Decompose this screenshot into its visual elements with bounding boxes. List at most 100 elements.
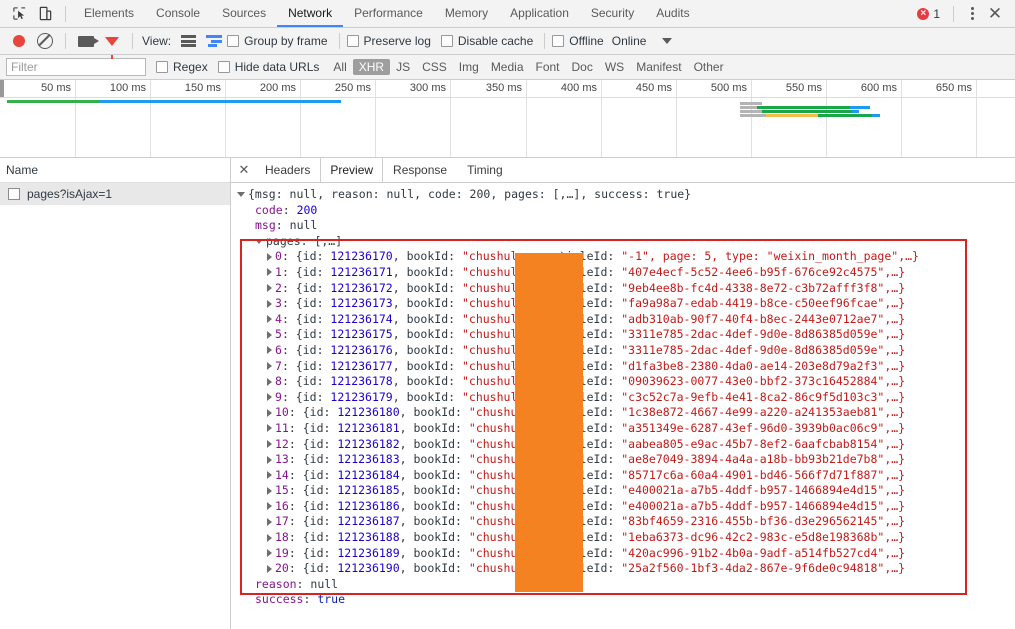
detail-close-icon[interactable]: ✕ bbox=[233, 158, 255, 182]
requests-column-header[interactable]: Name bbox=[0, 158, 230, 183]
json-prop-pages[interactable]: pages: [,…] bbox=[237, 234, 1015, 250]
detail-tab-timing[interactable]: Timing bbox=[457, 158, 513, 182]
funnel-icon[interactable] bbox=[99, 28, 125, 59]
json-array-item[interactable]: 14: {id: 121236184, bookId: "chushula, a… bbox=[237, 468, 1015, 484]
disclosure-triangle-icon[interactable] bbox=[267, 533, 272, 542]
detail-tab-response[interactable]: Response bbox=[383, 158, 457, 182]
network-overview-timeline[interactable]: 50 ms 100 ms 150 ms 200 ms 250 ms 300 ms 350 m… bbox=[0, 80, 1015, 158]
filter-input[interactable] bbox=[6, 58, 146, 76]
inspect-cursor-icon[interactable] bbox=[6, 1, 32, 27]
hide-data-urls-checkbox[interactable]: Hide data URLs bbox=[217, 60, 319, 74]
disclosure-triangle-icon[interactable] bbox=[237, 192, 245, 197]
json-prop-msg[interactable]: msg: null bbox=[237, 218, 1015, 234]
disclosure-triangle-icon[interactable] bbox=[255, 238, 263, 244]
throttling-select[interactable]: Online bbox=[612, 34, 673, 48]
disclosure-triangle-icon[interactable] bbox=[267, 330, 272, 339]
request-row-pages[interactable]: pages?isAjax=1 bbox=[0, 183, 230, 205]
json-array-item[interactable]: 4: {id: 121236174, bookId: "chushula-, a… bbox=[237, 312, 1015, 328]
camera-icon[interactable] bbox=[73, 28, 99, 54]
error-count-badge[interactable]: × 1 bbox=[917, 7, 940, 21]
offline-checkbox[interactable]: Offline bbox=[552, 34, 604, 48]
json-array-item[interactable]: 1: {id: 121236171, bookId: "chushula-, a… bbox=[237, 265, 1015, 281]
json-array-item[interactable]: 9: {id: 121236179, bookId: "chushula-, a… bbox=[237, 390, 1015, 406]
tab-memory[interactable]: Memory bbox=[434, 0, 499, 27]
disclosure-triangle-icon[interactable] bbox=[267, 362, 272, 371]
json-prop-code[interactable]: code: 200 bbox=[237, 203, 1015, 219]
filter-chip-manifest[interactable]: Manifest bbox=[630, 59, 687, 75]
overview-left-handle[interactable] bbox=[0, 80, 4, 97]
json-array-item[interactable]: 8: {id: 121236178, bookId: "chushula-, a… bbox=[237, 374, 1015, 390]
chevron-down-icon[interactable] bbox=[662, 38, 673, 44]
tab-audits[interactable]: Audits bbox=[645, 0, 700, 27]
record-button-icon[interactable] bbox=[6, 28, 32, 54]
regex-box[interactable] bbox=[156, 61, 168, 73]
filter-chip-font[interactable]: Font bbox=[530, 59, 566, 75]
json-array-item[interactable]: 17: {id: 121236187, bookId: "chushula, a… bbox=[237, 514, 1015, 530]
disclosure-triangle-icon[interactable] bbox=[267, 502, 272, 511]
json-array-item[interactable]: 19: {id: 121236189, bookId: "chushula, a… bbox=[237, 546, 1015, 562]
filter-chip-css[interactable]: CSS bbox=[416, 59, 453, 75]
disclosure-triangle-icon[interactable] bbox=[267, 284, 272, 293]
json-array-item[interactable]: 16: {id: 121236186, bookId: "chushula, a… bbox=[237, 499, 1015, 515]
detail-tab-preview[interactable]: Preview bbox=[320, 158, 384, 182]
filter-chip-doc[interactable]: Doc bbox=[566, 59, 599, 75]
detail-tab-headers[interactable]: Headers bbox=[255, 158, 320, 182]
tab-application[interactable]: Application bbox=[499, 0, 580, 27]
disclosure-triangle-icon[interactable] bbox=[267, 393, 272, 402]
disclosure-triangle-icon[interactable] bbox=[267, 564, 272, 573]
disclosure-triangle-icon[interactable] bbox=[267, 377, 272, 386]
tab-console[interactable]: Console bbox=[145, 0, 211, 27]
json-array-item[interactable]: 15: {id: 121236185, bookId: "chushula, a… bbox=[237, 483, 1015, 499]
json-array-item[interactable]: 10: {id: 121236180, bookId: "chushula, a… bbox=[237, 405, 1015, 421]
disable-cache-checkbox[interactable]: Disable cache bbox=[440, 34, 533, 48]
disclosure-triangle-icon[interactable] bbox=[267, 549, 272, 558]
filter-chip-media[interactable]: Media bbox=[485, 59, 530, 75]
close-icon[interactable]: ✕ bbox=[983, 3, 1007, 25]
waterfall-view-icon[interactable] bbox=[201, 28, 227, 54]
offline-box[interactable] bbox=[552, 35, 565, 47]
disclosure-triangle-icon[interactable] bbox=[267, 299, 272, 308]
list-view-icon[interactable] bbox=[175, 28, 201, 54]
tab-sources[interactable]: Sources bbox=[211, 0, 277, 27]
tab-security[interactable]: Security bbox=[580, 0, 645, 27]
kebab-menu-icon[interactable] bbox=[961, 3, 983, 25]
json-prop-reason[interactable]: reason: null bbox=[237, 577, 1015, 593]
json-prop-success[interactable]: success: true bbox=[237, 592, 1015, 608]
json-array-item[interactable]: 18: {id: 121236188, bookId: "chushula, a… bbox=[237, 530, 1015, 546]
json-array-item[interactable]: 12: {id: 121236182, bookId: "chushula, a… bbox=[237, 437, 1015, 453]
preserve-log-box[interactable] bbox=[346, 35, 359, 47]
json-array-item[interactable]: 6: {id: 121236176, bookId: "chushula-, a… bbox=[237, 343, 1015, 359]
disclosure-triangle-icon[interactable] bbox=[267, 408, 272, 417]
tab-network[interactable]: Network bbox=[277, 0, 344, 27]
disclosure-triangle-icon[interactable] bbox=[267, 440, 272, 448]
json-array-item[interactable]: 5: {id: 121236175, bookId: "chushula-, a… bbox=[237, 327, 1015, 343]
tab-performance[interactable]: Performance bbox=[343, 0, 434, 27]
filter-chip-other[interactable]: Other bbox=[688, 59, 730, 75]
json-array-item[interactable]: 20: {id: 121236190, bookId: "chushula, a… bbox=[237, 561, 1015, 577]
regex-checkbox[interactable]: Regex bbox=[156, 60, 208, 74]
disclosure-triangle-icon[interactable] bbox=[267, 315, 272, 324]
json-array-item[interactable]: 0: {id: 121236170, bookId: "chushula-, a… bbox=[237, 249, 1015, 265]
preserve-log-checkbox[interactable]: Preserve log bbox=[346, 34, 431, 48]
json-array-item[interactable]: 3: {id: 121236173, bookId: "chushula-, a… bbox=[237, 296, 1015, 312]
clear-icon[interactable] bbox=[32, 28, 58, 54]
filter-chip-js[interactable]: JS bbox=[390, 59, 416, 75]
device-toolbar-icon[interactable] bbox=[32, 1, 58, 27]
filter-chip-img[interactable]: Img bbox=[453, 59, 485, 75]
hide-data-urls-box[interactable] bbox=[217, 61, 230, 73]
json-array-item[interactable]: 13: {id: 121236183, bookId: "chushula, a… bbox=[237, 452, 1015, 468]
group-by-frame-checkbox[interactable]: Group by frame bbox=[227, 34, 328, 48]
filter-chip-ws[interactable]: WS bbox=[599, 59, 630, 75]
json-array-item[interactable]: 7: {id: 121236177, bookId: "chushula-, a… bbox=[237, 359, 1015, 375]
disclosure-triangle-icon[interactable] bbox=[267, 252, 272, 261]
tab-elements[interactable]: Elements bbox=[73, 0, 145, 27]
disable-cache-box[interactable] bbox=[440, 35, 453, 47]
disclosure-triangle-icon[interactable] bbox=[267, 346, 272, 355]
disclosure-triangle-icon[interactable] bbox=[267, 517, 272, 526]
disclosure-triangle-icon[interactable] bbox=[267, 424, 272, 433]
disclosure-triangle-icon[interactable] bbox=[267, 268, 272, 277]
group-by-frame-box[interactable] bbox=[227, 35, 240, 47]
json-array-item[interactable]: 11: {id: 121236181, bookId: "chushula, a… bbox=[237, 421, 1015, 437]
disclosure-triangle-icon[interactable] bbox=[267, 455, 272, 464]
disclosure-triangle-icon[interactable] bbox=[267, 471, 272, 480]
